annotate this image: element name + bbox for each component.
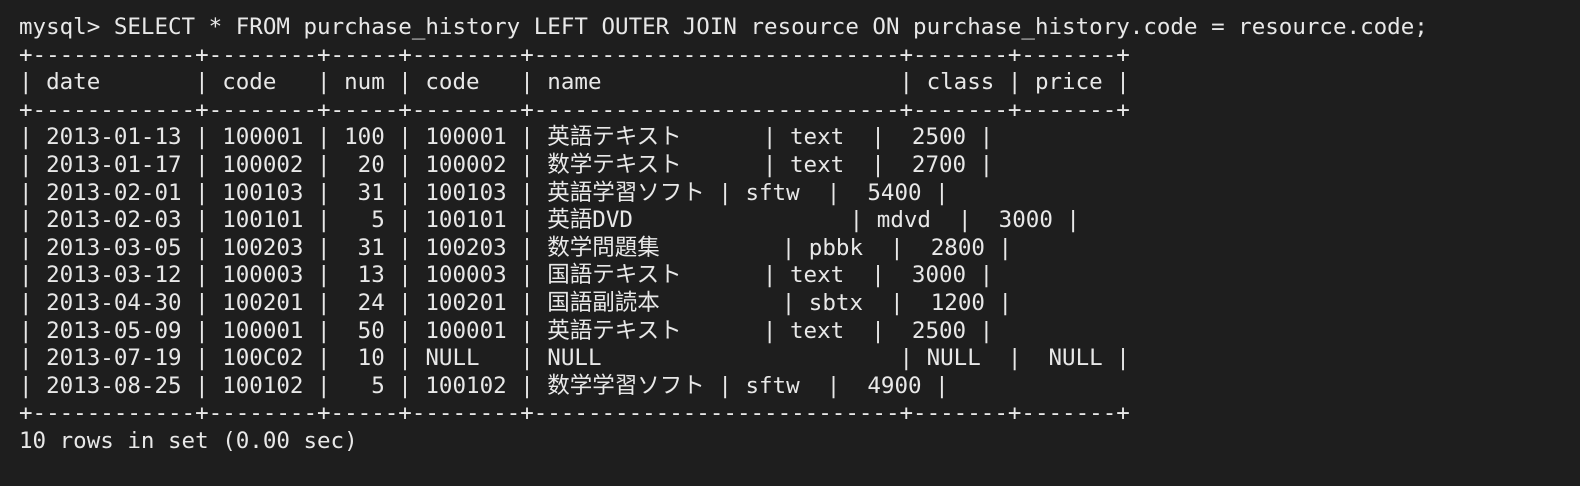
table-row: | 2013-02-03 | 100101 | 5 | 100101 | 英語D… xyxy=(19,207,1080,234)
terminal-output: mysql> SELECT * FROM purchase_history LE… xyxy=(19,14,1580,456)
table-row: | 2013-01-17 | 100002 | 20 | 100002 | 数学… xyxy=(19,151,994,178)
table-row: | 2013-04-30 | 100201 | 24 | 100201 | 国語… xyxy=(19,289,1012,316)
table-row: | 2013-08-25 | 100102 | 5 | 100102 | 数学学… xyxy=(19,372,949,399)
table-row: | 2013-01-13 | 100001 | 100 | 100001 | 英… xyxy=(19,124,994,151)
result-summary: 10 rows in set (0.00 sec) xyxy=(19,427,358,454)
table-row: | 2013-03-12 | 100003 | 13 | 100003 | 国語… xyxy=(19,262,994,289)
table-row: | 2013-02-01 | 100103 | 31 | 100103 | 英語… xyxy=(19,179,949,206)
table-border-top: +------------+--------+-----+--------+--… xyxy=(19,41,1130,68)
mysql-prompt: mysql> xyxy=(19,14,114,40)
table-row: | 2013-03-05 | 100203 | 31 | 100203 | 数学… xyxy=(19,234,1012,261)
table-row: | 2013-05-09 | 100001 | 50 | 100001 | 英語… xyxy=(19,317,994,344)
table-header-row: | date | code | num | code | name | clas… xyxy=(19,69,1130,96)
sql-command: SELECT * FROM purchase_history LEFT OUTE… xyxy=(113,14,1428,40)
table-border-header: +------------+--------+-----+--------+--… xyxy=(19,96,1130,123)
table-row: | 2013-07-19 | 100C02 | 10 | NULL | NULL… xyxy=(19,345,1130,372)
table-border-bottom: +------------+--------+-----+--------+--… xyxy=(19,400,1130,427)
command-line: mysql> SELECT * FROM purchase_history LE… xyxy=(19,14,1580,42)
terminal-window[interactable]: mysql> SELECT * FROM purchase_history LE… xyxy=(0,0,1580,486)
